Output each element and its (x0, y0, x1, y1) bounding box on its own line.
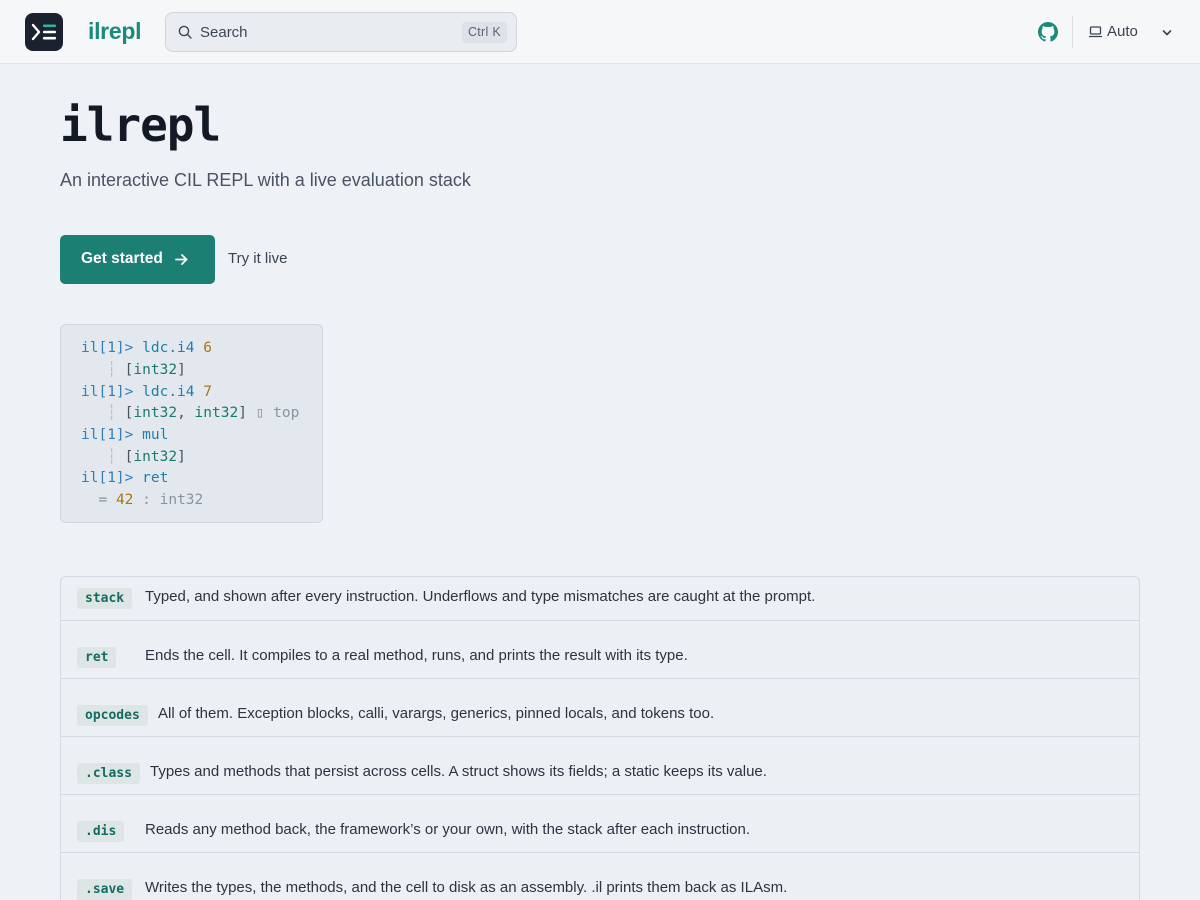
feature-desc: Reads any method back, the framework’s o… (145, 821, 751, 838)
page-title: ilrepl (60, 98, 221, 152)
list-item: .dis Reads any method back, the framewor… (61, 795, 1139, 853)
top-nav: ilrepl Search Ctrl K Auto (0, 0, 1200, 64)
monitor-icon (1088, 25, 1103, 43)
app-logo-icon[interactable] (25, 13, 63, 51)
github-icon[interactable] (1038, 22, 1058, 47)
code-line: = 42 : int32 (98, 492, 204, 508)
header-divider (1072, 16, 1073, 48)
chevron-down-icon (1161, 26, 1173, 44)
feature-tag: ret (77, 647, 117, 668)
feature-tag: .dis (77, 821, 125, 842)
code-line: il[1]> ldc.i4 7 (81, 384, 212, 400)
brand-name[interactable]: ilrepl (88, 18, 141, 45)
feature-tag: opcodes (77, 705, 148, 726)
feature-desc: Writes the types, the methods, and the c… (145, 879, 788, 896)
feature-tag: .save (77, 879, 133, 900)
get-started-button[interactable]: Get started (60, 235, 215, 284)
search-shortcut: Ctrl K (461, 22, 507, 43)
code-line: ┆ [int32, int32] ▯ top (107, 405, 300, 421)
feature-list: stack Typed, and shown after every instr… (60, 576, 1140, 900)
search-input[interactable]: Search Ctrl K (165, 12, 517, 52)
code-line: ┆ [int32] (107, 449, 186, 465)
arrow-right-icon (174, 252, 189, 272)
list-item: stack Typed, and shown after every instr… (61, 577, 1139, 621)
theme-label: Auto (1107, 23, 1138, 40)
list-item: .class Types and methods that persist ac… (61, 737, 1139, 795)
feature-desc: All of them. Exception blocks, calli, va… (158, 705, 715, 722)
feature-tag: .class (77, 763, 140, 784)
feature-desc: Ends the cell. It compiles to a real met… (145, 647, 688, 664)
feature-desc: Types and methods that persist across ce… (150, 763, 767, 780)
theme-select[interactable]: Auto (1088, 16, 1179, 48)
feature-desc: Typed, and shown after every instruction… (145, 588, 816, 605)
code-line: il[1]> ldc.i4 6 (81, 340, 212, 356)
repl-example: il[1]> ldc.i4 6 ┆ [int32] il[1]> ldc.i4 … (60, 324, 323, 523)
get-started-label: Get started (81, 250, 163, 267)
list-item: opcodes All of them. Exception blocks, c… (61, 679, 1139, 737)
search-icon (178, 25, 192, 44)
code-line: il[1]> mul (81, 427, 169, 443)
code-line: ┆ [int32] (107, 362, 186, 378)
search-placeholder: Search (200, 24, 248, 41)
list-item: ret Ends the cell. It compiles to a real… (61, 621, 1139, 679)
try-it-live-link[interactable]: Try it live (228, 250, 287, 267)
page-subtitle: An interactive CIL REPL with a live eval… (60, 170, 471, 190)
list-item: .save Writes the types, the methods, and… (61, 853, 1139, 900)
feature-tag: stack (77, 588, 133, 609)
code-line: il[1]> ret (81, 470, 169, 486)
